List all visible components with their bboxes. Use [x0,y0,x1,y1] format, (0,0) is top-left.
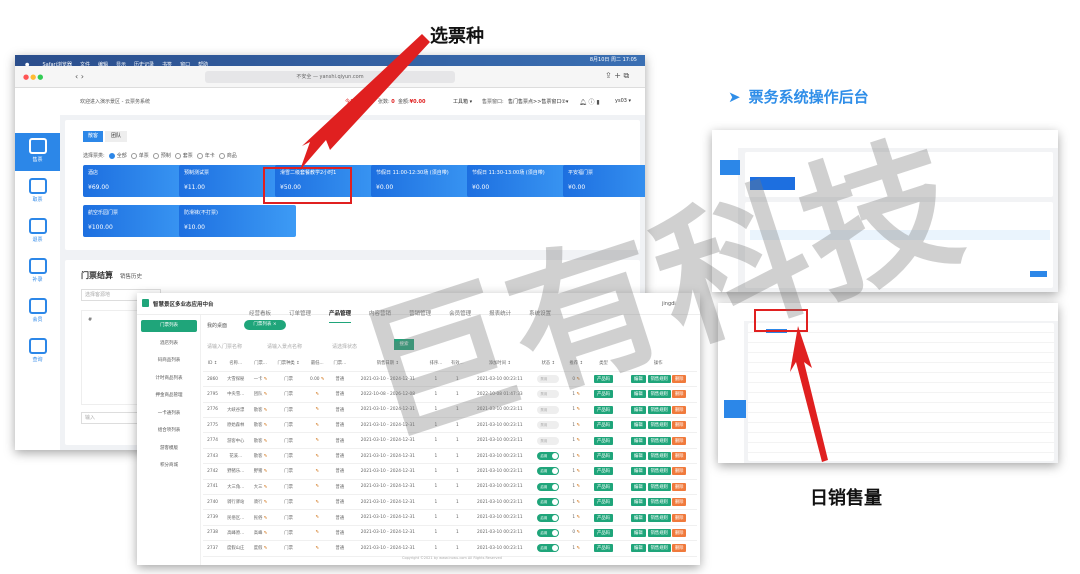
arrow-to-ticket [300,34,430,170]
arrow-to-sales [790,326,828,462]
red-arrows [300,34,828,462]
